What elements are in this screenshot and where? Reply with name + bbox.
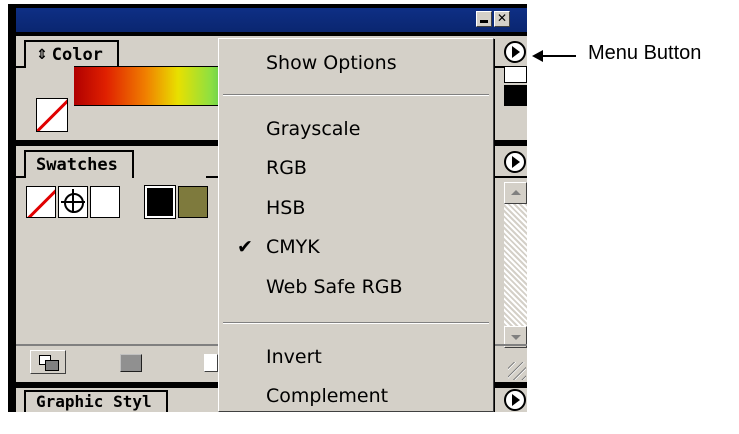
tab-graphic-styles-label: Graphic Styl — [36, 392, 152, 411]
swatch-white[interactable] — [90, 186, 120, 218]
menu-item-hsb[interactable]: HSB — [219, 190, 493, 226]
sort-arrows-icon: ⇕ — [36, 47, 48, 63]
menu-item-complement[interactable]: Complement — [219, 378, 493, 412]
none-color-swatch[interactable] — [36, 98, 68, 132]
menu-item-invert[interactable]: Invert — [219, 339, 493, 375]
tab-swatches-label: Swatches — [36, 155, 118, 175]
color-spectrum-bar[interactable] — [74, 66, 234, 106]
color-panel-menu-button[interactable] — [504, 41, 526, 63]
swatch-none[interactable] — [26, 186, 56, 218]
swatches-scrollbar[interactable] — [504, 182, 527, 348]
callout-line — [542, 55, 576, 57]
tab-swatches[interactable]: Swatches — [24, 150, 134, 178]
menu-item-grayscale[interactable]: Grayscale — [219, 111, 493, 147]
minimize-button[interactable] — [476, 11, 492, 27]
scroll-up-button[interactable] — [504, 182, 527, 204]
graphic-styles-menu-button[interactable] — [504, 389, 526, 411]
resize-grip-icon[interactable] — [508, 362, 526, 380]
tab-baseline — [16, 176, 24, 178]
menu-item-cmyk-label: CMYK — [266, 236, 320, 258]
swatches-panel-menu-button[interactable] — [504, 151, 526, 173]
tab-graphic-styles[interactable]: Graphic Styl — [24, 390, 168, 412]
menu-item-rgb[interactable]: RGB — [219, 150, 493, 186]
show-swatch-kinds-button[interactable] — [30, 350, 66, 374]
menu-separator — [223, 94, 489, 96]
menu-separator — [223, 322, 489, 324]
swatch-black[interactable] — [144, 185, 176, 219]
swatch-olive[interactable] — [178, 186, 208, 218]
swatch-options-button[interactable] — [120, 354, 142, 372]
illustrator-palette-window: ✕ ⇕ Color Swatches Graphic Styl Show Opt… — [8, 4, 527, 412]
swatch-registration[interactable] — [58, 186, 88, 218]
tab-color-label: Color — [51, 45, 103, 65]
menu-button-callout-label: Menu Button — [588, 42, 702, 64]
white-swatch[interactable] — [504, 66, 527, 83]
tab-color[interactable]: ⇕ Color — [24, 40, 119, 68]
black-swatch[interactable] — [504, 85, 527, 106]
checkmark-icon: ✔ — [237, 236, 253, 258]
close-button[interactable]: ✕ — [494, 11, 510, 27]
menu-item-cmyk[interactable]: ✔ CMYK — [219, 229, 493, 265]
new-swatch-button[interactable] — [204, 354, 218, 372]
menu-item-web-safe-rgb[interactable]: Web Safe RGB — [219, 269, 493, 305]
color-panel-flyout-menu: Show Options Grayscale RGB HSB ✔ CMYK We… — [218, 38, 494, 412]
menu-item-show-options[interactable]: Show Options — [219, 45, 493, 81]
tab-baseline — [16, 66, 24, 68]
palette-title-bar[interactable]: ✕ — [16, 8, 527, 32]
